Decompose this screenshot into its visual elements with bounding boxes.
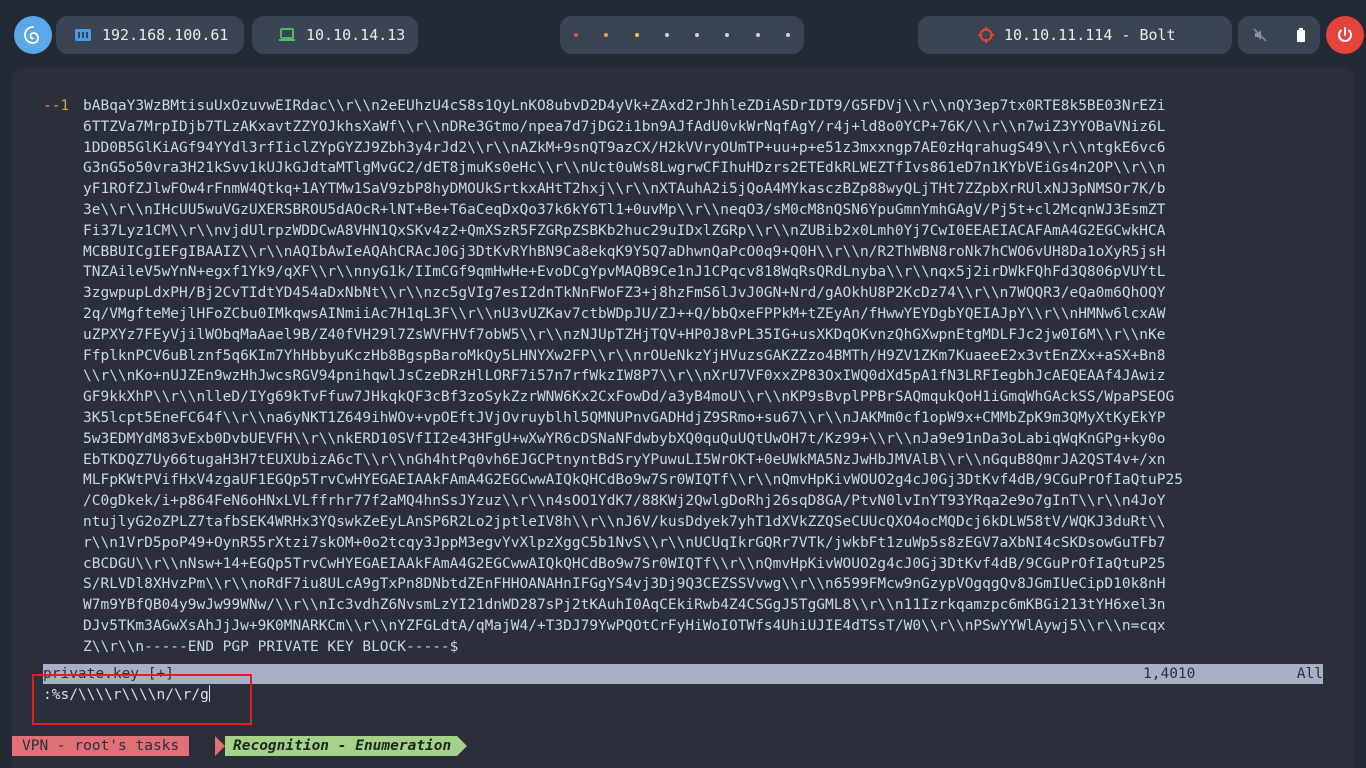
editor-line: FfplknPCV6uBlznf5q6KIm7YhHbbyuKczHb8Bgsp… xyxy=(83,347,1166,364)
editor-line: 3K5lcpt5EneFC64f\\r\\na6yNKT1Z649ihWOv+v… xyxy=(83,410,1166,426)
workspace-3[interactable] xyxy=(634,33,639,37)
tmux-session-label[interactable]: VPN - root's tasks xyxy=(12,736,190,756)
statusline-scroll: All xyxy=(1296,666,1323,682)
editor-line: 3zgwpupLdxPH/Bj2CvTIdtYD454aDxNbNt\\r\\n… xyxy=(83,285,1166,302)
power-button[interactable] xyxy=(1326,16,1364,54)
editor-line: cBCDGU\\r\\nNsw+14+EGQp5TrvCwHYEGAEIAAkF… xyxy=(83,555,1166,572)
local-ip-text: 192.168.100.61 xyxy=(102,26,229,44)
editor-line: /C0gDkek/i+p864FeN6oHNxLVLffrhr77f2aMQ4h… xyxy=(83,493,1166,510)
editor-line: TNZAileV5wYnN+egxf1Yk9/qXF\\r\\nnyG1k/II… xyxy=(83,264,1166,281)
powerline-separator xyxy=(215,736,225,756)
editor-line: G3nG5o50vra3H21kSvv1kUJkGJdtaMTlgMvGC2/d… xyxy=(83,160,1166,177)
editor-line: ntujlyG2oZPLZ7tafbSEK4WRHx3YQswkZeEyLAnS… xyxy=(83,514,1166,530)
workspace-8[interactable] xyxy=(785,33,790,37)
editor-line: GF9kkXhP\\r\\nlleD/IYg69kTvFfuw7JHkqkQF3… xyxy=(83,389,1175,406)
local-ip-indicator[interactable]: 192.168.100.61 xyxy=(56,16,244,54)
statusline-position: 1,4010 xyxy=(1143,666,1196,682)
vpn-ip-text: 10.10.14.13 xyxy=(306,26,406,44)
editor-line: uZPXYz7FEyVjilWObqMaAael9B/Z40fVH29l7ZsW… xyxy=(83,326,1166,343)
fold-marker: --1 xyxy=(43,98,70,114)
editor-line: 2q/VMgfteMejlHFoZCbu0IMkqwsAINmiiAc7H1qL… xyxy=(83,306,1166,322)
workspace-switcher[interactable] xyxy=(560,16,804,54)
editor-line: S/RLVDl8XHvzPm\\r\\noRdF7iu8ULcA9gTxPn8D… xyxy=(83,576,1166,593)
editor-line: r\\n1VrD5poP49+OynR55rXtzi7skOM+0o2tcqy3… xyxy=(83,534,1166,551)
vpn-ip-indicator[interactable]: 10.10.14.13 xyxy=(252,16,418,54)
editor-line: MCBBUICgIEFgIBAAIZ\\r\\nAQIbAwIeAQAhCRAc… xyxy=(83,243,1166,260)
volume-muted-icon[interactable] xyxy=(1252,28,1267,42)
editor-line: 6TTZVa7MrpIDjb7TLzAKxavtZZYOJkhsXaWf\\r\… xyxy=(83,118,1166,135)
editor-line: Fi37Lyz1CM\\r\\nvjdUlrpzWDDCwA8VHN1QxSKv… xyxy=(83,222,1166,239)
editor-line: Z\\r\\n-----END PGP PRIVATE KEY BLOCK---… xyxy=(83,638,459,655)
editor-line: MLFpKWtPVifHxV4zgaUF1EGQp5TrvCwHYEGAEIAA… xyxy=(83,472,1183,489)
editor-line: 1DD0B5GlKiAGf94YYdl3rfIiclZYpGYZJ9Zbh3y4… xyxy=(83,139,1166,156)
editor-line: bABqaY3WzBMtisuUxOzuvwEIRdac\\r\\n2eEUhz… xyxy=(83,98,1166,114)
highlight-annotation-box xyxy=(32,674,252,725)
editor-line: 5w3EDMYdM83vExb0DvbUEVFH\\r\\nkERD10SVfI… xyxy=(83,430,1166,447)
top-bar: 192.168.100.61 10.10.14.13 10.10.11.114 … xyxy=(0,0,1366,70)
editor-line: \\r\\nKo+nUJZEn9wzHhJwcsRGV94pnihqwlJsCz… xyxy=(83,368,1166,385)
workspace-1[interactable] xyxy=(574,33,578,37)
powerline-separator xyxy=(457,736,467,756)
target-indicator[interactable]: 10.10.11.114 - Bolt xyxy=(918,16,1232,54)
laptop-icon xyxy=(279,28,295,41)
system-tray xyxy=(1238,16,1320,54)
workspace-5[interactable] xyxy=(695,33,700,37)
editor-line: W7m9YBfQB04y9wJw99WNw/\\r\\nIc3vdhZ6Nvsm… xyxy=(83,597,1166,614)
network-icon xyxy=(75,29,91,41)
target-text: 10.10.11.114 - Bolt xyxy=(1004,26,1176,44)
editor-line: yF1ROfZJlwFOw4rFnmW4Qtkq+1AYTMw1SaV9zbP8… xyxy=(83,181,1166,198)
tmux-window-label[interactable]: Recognition - Enumeration xyxy=(225,736,458,756)
debian-logo-icon[interactable] xyxy=(14,16,52,54)
target-icon xyxy=(978,27,994,43)
editor-line: EbTKDQZ7Uy66tugaH3H7tEUXUbizA6cT\\r\\nGh… xyxy=(83,451,1166,468)
tmux-status-bar: VPN - root's tasks Recognition - Enumera… xyxy=(12,736,1354,756)
workspace-6[interactable] xyxy=(725,33,730,37)
editor-line: 3e\\r\\nIHcUU5wuVGzUXERSBROU5dAOcR+lNT+B… xyxy=(83,202,1166,218)
editor-line: DJv5TKm3AGwXsAhJjJw+9K0MNARKCm\\r\\nYZFG… xyxy=(83,618,1166,634)
power-icon xyxy=(1338,27,1352,42)
battery-icon[interactable] xyxy=(1296,28,1306,42)
workspace-2[interactable] xyxy=(604,33,609,37)
workspace-7[interactable] xyxy=(755,33,760,37)
workspace-4[interactable] xyxy=(664,33,669,37)
